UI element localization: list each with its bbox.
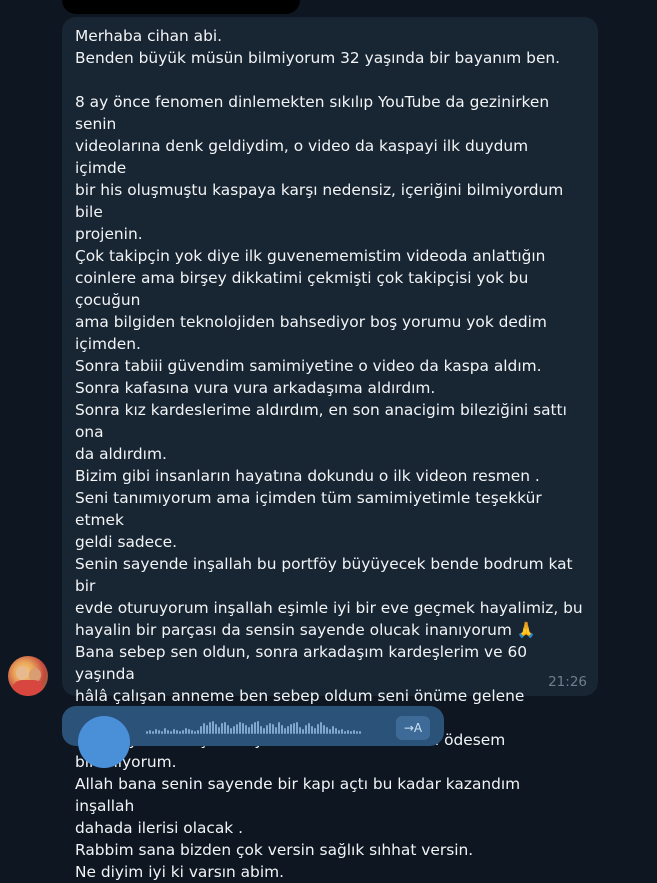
- message-text: Merhaba cihan abi. Benden büyük müsün bi…: [75, 27, 583, 881]
- play-icon[interactable]: [78, 716, 130, 768]
- sender-avatar[interactable]: [8, 656, 48, 696]
- transcribe-button[interactable]: →A: [396, 716, 430, 740]
- message-timestamp: 21:26: [548, 674, 587, 690]
- media-controls-bubble: [62, 0, 300, 14]
- message-bubble[interactable]: Merhaba cihan abi. Benden büyük müsün bi…: [62, 17, 598, 881]
- voice-waveform[interactable]: [146, 720, 361, 734]
- voice-message-bubble[interactable]: →A: [62, 706, 444, 768]
